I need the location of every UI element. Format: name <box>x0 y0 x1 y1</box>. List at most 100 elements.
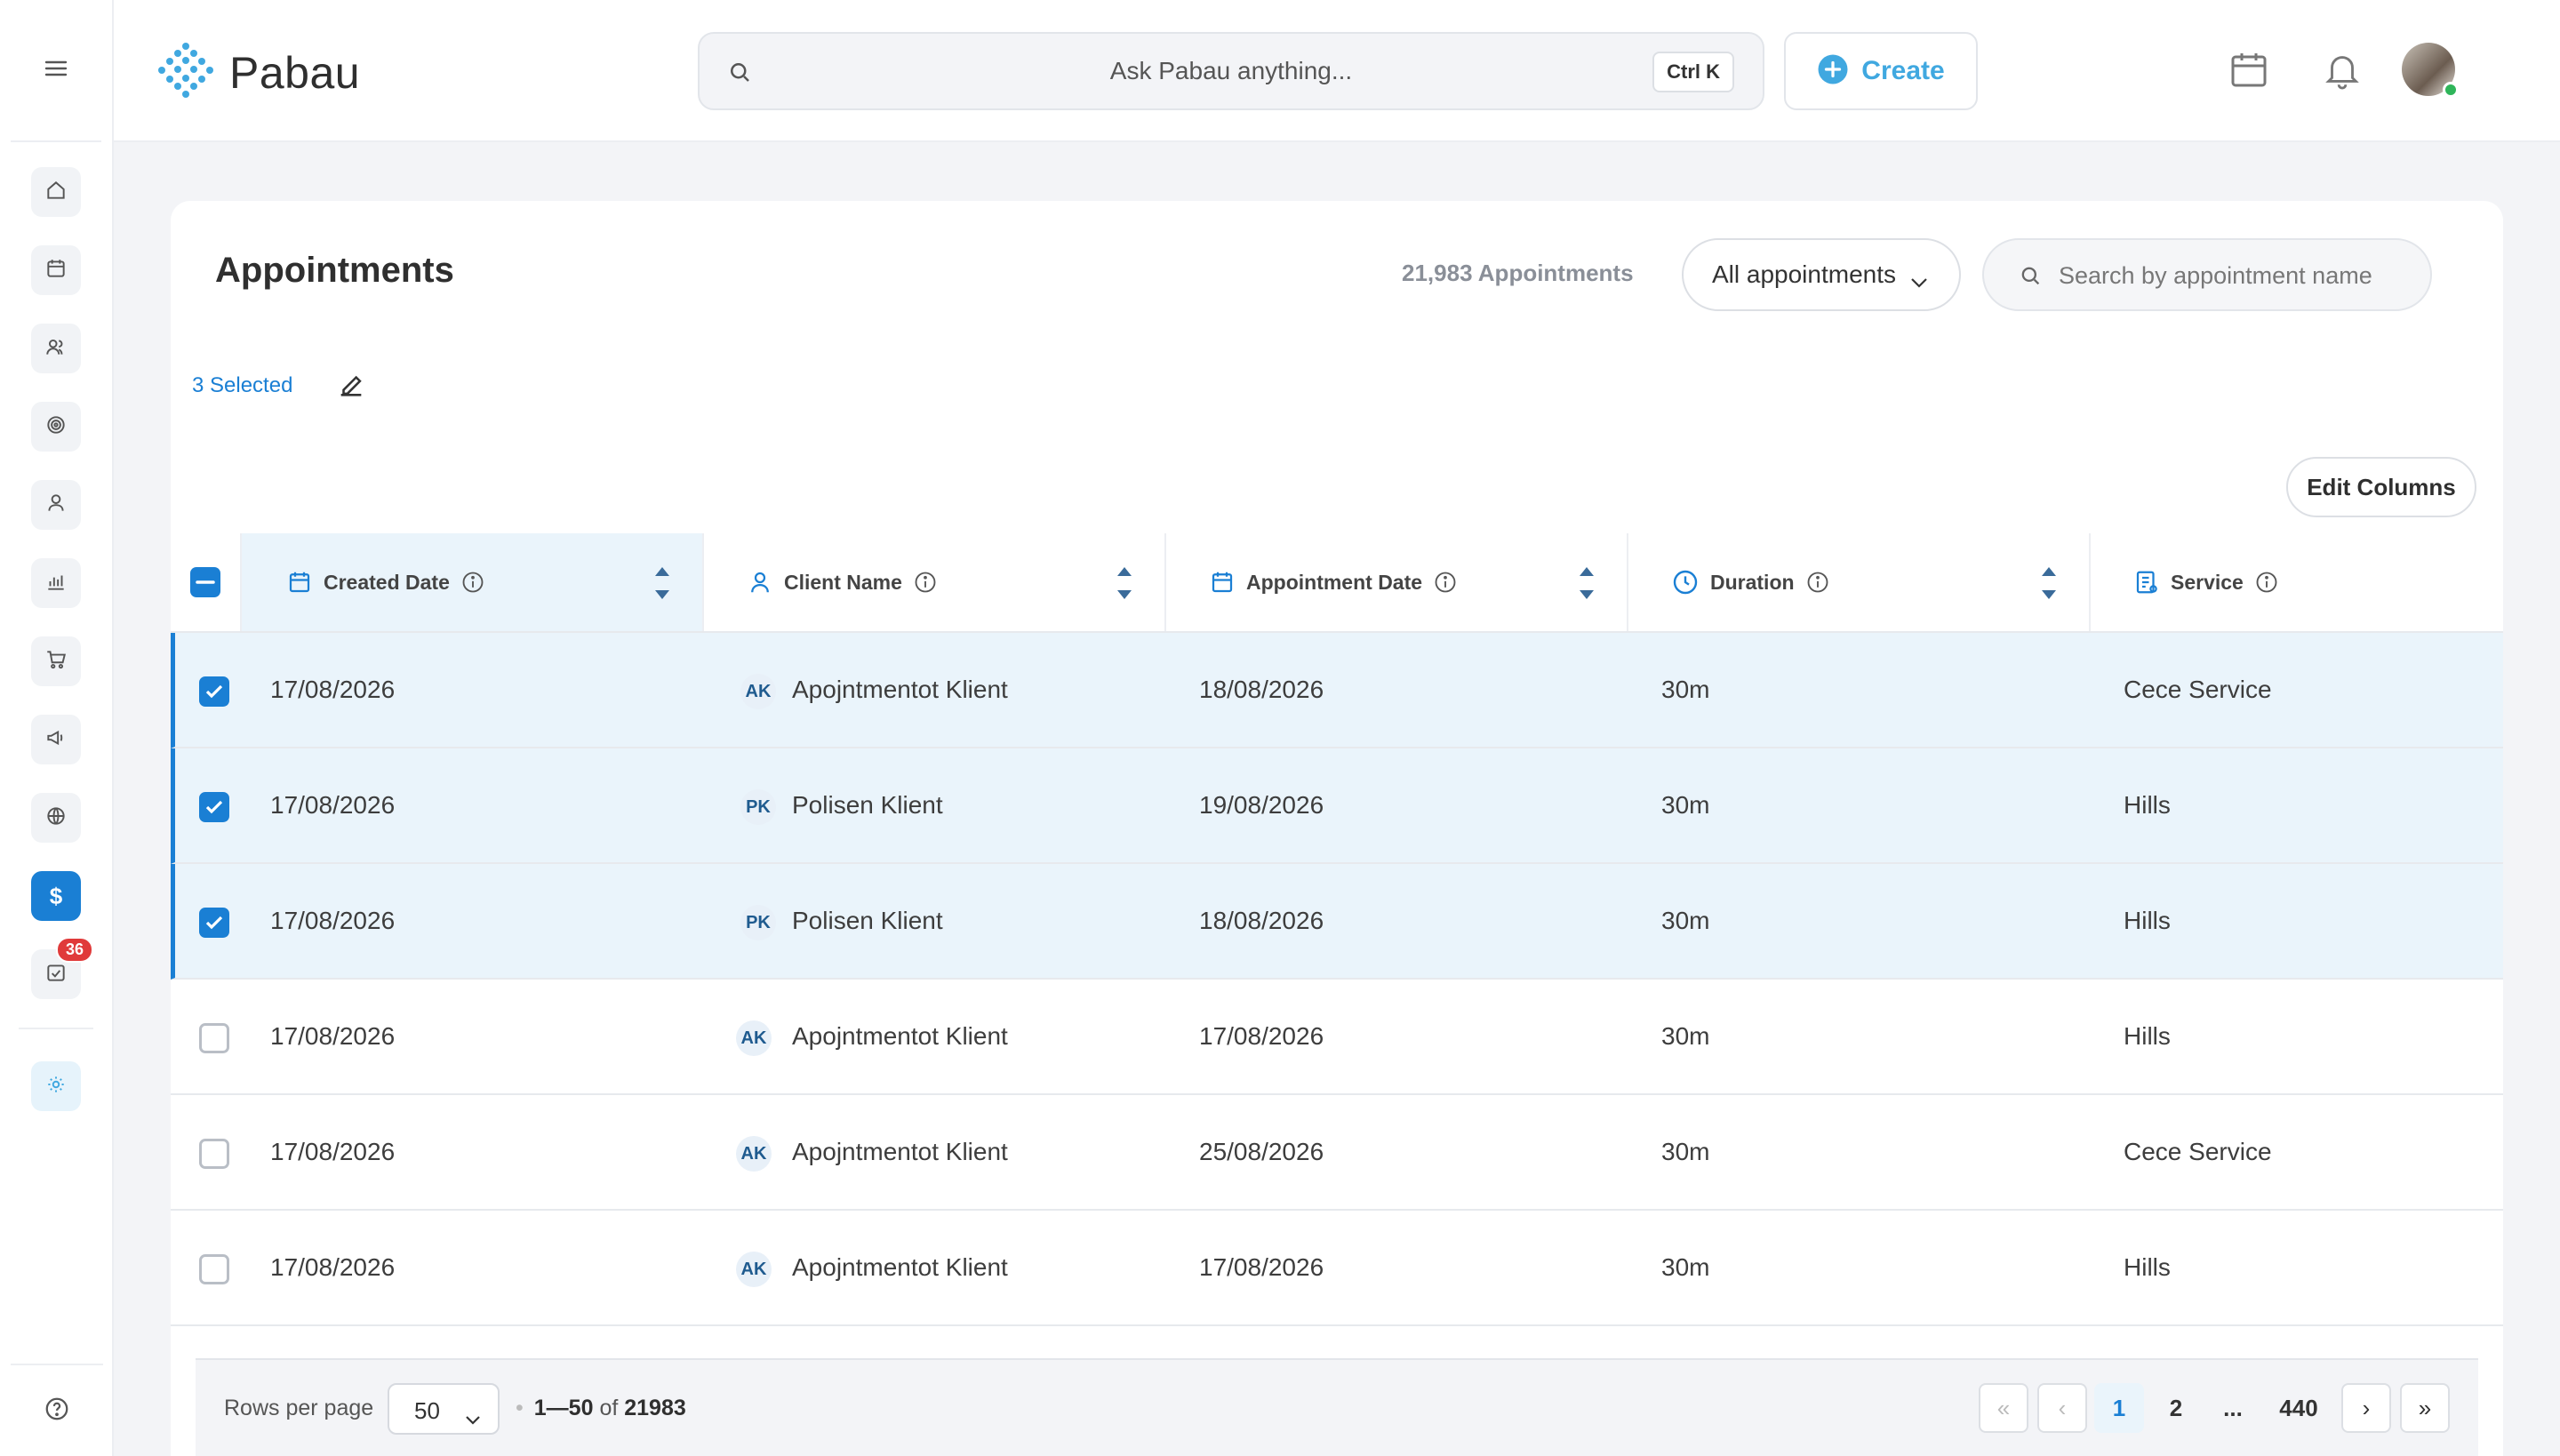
sidebar: $ 36 <box>0 0 114 1456</box>
range-dot: • <box>516 1396 524 1420</box>
client-name-cell[interactable]: Apojntmentot Klient <box>792 1138 1008 1166</box>
column-header-duration[interactable]: Duration <box>1627 533 2089 631</box>
row-checkbox[interactable] <box>199 1139 229 1169</box>
shortcut-hint: Ctrl K <box>1652 52 1734 92</box>
next-page-button[interactable]: › <box>2341 1383 2391 1433</box>
table-row[interactable]: 17/08/2026 AK Apojntmentot Klient 25/08/… <box>171 1095 2503 1211</box>
duration-cell: 30m <box>1661 791 1710 819</box>
duration-cell: 30m <box>1661 1138 1710 1165</box>
brand-name: Pabau <box>229 47 361 98</box>
info-icon[interactable] <box>1805 570 1830 595</box>
column-header-appointment-date[interactable]: Appointment Date <box>1164 533 1627 631</box>
help-icon <box>44 1396 70 1427</box>
appointments-filter-dropdown[interactable]: All appointments <box>1682 238 1961 311</box>
filter-label: All appointments <box>1712 260 1897 288</box>
rows-per-page-select[interactable]: 50 <box>388 1383 500 1435</box>
sidebar-item-settings[interactable] <box>31 1061 81 1111</box>
sidebar-item-finance[interactable]: $ <box>31 871 81 921</box>
megaphone-icon <box>44 726 68 754</box>
calendar-header-icon[interactable] <box>2228 48 2270 95</box>
create-button[interactable]: Create <box>1784 32 1978 110</box>
client-name-cell[interactable]: Apojntmentot Klient <box>792 676 1008 704</box>
client-name-cell[interactable]: Polisen Klient <box>792 907 943 935</box>
sidebar-item-tasks[interactable]: 36 <box>31 937 93 999</box>
sidebar-item-clients[interactable] <box>31 324 81 373</box>
first-page-button[interactable]: « <box>1979 1383 2028 1433</box>
appointment-search-input[interactable]: Search by appointment name <box>1982 238 2432 311</box>
row-checkbox[interactable] <box>199 908 229 938</box>
table-row[interactable]: 17/08/2026 PK Polisen Klient 18/08/2026 … <box>171 864 2503 980</box>
service-list-icon <box>2133 569 2160 596</box>
sidebar-item-home[interactable] <box>31 167 81 217</box>
menu-icon[interactable] <box>44 60 68 82</box>
previous-page-button[interactable]: ‹ <box>2037 1383 2087 1433</box>
bell-icon[interactable] <box>2322 48 2363 95</box>
info-icon[interactable] <box>460 570 485 595</box>
sidebar-item-target[interactable] <box>31 402 81 452</box>
column-label: Created Date <box>324 570 450 594</box>
table-row[interactable]: 17/08/2026 AK Apojntmentot Klient 17/08/… <box>171 980 2503 1095</box>
help-button[interactable] <box>11 1364 103 1456</box>
pencil-icon[interactable] <box>336 370 366 404</box>
row-checkbox[interactable] <box>199 1023 229 1053</box>
page-button-2[interactable]: 2 <box>2151 1383 2201 1433</box>
column-header-created-date[interactable]: Created Date <box>240 533 702 631</box>
sort-icon[interactable] <box>2039 565 2059 606</box>
appointment-date-cell: 17/08/2026 <box>1199 1022 1324 1050</box>
page-button-440[interactable]: 440 <box>2265 1383 2332 1433</box>
sort-icon[interactable] <box>1115 565 1134 606</box>
rows-per-page-label: Rows per page <box>224 1396 374 1420</box>
last-page-button[interactable]: » <box>2400 1383 2450 1433</box>
table-row[interactable]: 17/08/2026 PK Polisen Klient 19/08/2026 … <box>171 748 2503 864</box>
chevron-down-icon <box>464 1404 482 1432</box>
calendar-icon <box>1209 569 1236 596</box>
row-checkbox[interactable] <box>199 1254 229 1284</box>
sidebar-item-marketing[interactable] <box>31 715 81 764</box>
sidebar-item-reports[interactable] <box>31 558 81 608</box>
ask-search-bar[interactable]: Ask Pabau anything... Ctrl K <box>698 32 1764 110</box>
sort-icon[interactable] <box>1577 565 1596 606</box>
client-name-cell[interactable]: Apojntmentot Klient <box>792 1253 1008 1282</box>
info-icon[interactable] <box>2254 570 2279 595</box>
brand-logo[interactable]: Pabau <box>155 41 360 104</box>
calendar-icon <box>286 569 313 596</box>
edit-columns-button[interactable]: Edit Columns <box>2286 457 2476 517</box>
clients-icon <box>44 335 68 363</box>
sort-icon[interactable] <box>652 565 672 606</box>
column-header-service[interactable]: Service <box>2089 533 2503 631</box>
column-header-client-name[interactable]: Client Name <box>702 533 1164 631</box>
selected-count: 3 Selected <box>192 373 293 397</box>
info-icon[interactable] <box>913 570 938 595</box>
appointment-date-cell: 18/08/2026 <box>1199 907 1324 934</box>
service-cell: Hills <box>2124 907 2171 934</box>
pager: « ‹ 1 2 ... 440 › » <box>1970 1383 2450 1433</box>
client-initials-badge: PK <box>740 905 776 940</box>
service-cell: Hills <box>2124 1022 2171 1050</box>
appointments-card: Appointments 21,983 Appointments All app… <box>171 201 2503 1456</box>
table-row[interactable]: 17/08/2026 AK Apojntmentot Klient 18/08/… <box>171 633 2503 748</box>
user-avatar[interactable] <box>2402 43 2459 98</box>
range-value: 1—50 <box>533 1396 594 1420</box>
calendar-icon <box>44 257 68 284</box>
table-row[interactable]: 17/08/2026 AK Apojntmentot Klient 17/08/… <box>171 1211 2503 1326</box>
client-name-cell[interactable]: Apojntmentot Klient <box>792 1022 1008 1051</box>
duration-cell: 30m <box>1661 676 1710 703</box>
home-icon <box>44 179 68 206</box>
sidebar-item-user[interactable] <box>31 480 81 530</box>
sidebar-item-web[interactable] <box>31 793 81 843</box>
sidebar-item-calendar[interactable] <box>31 245 81 295</box>
target-icon <box>44 413 68 441</box>
client-name-cell[interactable]: Polisen Klient <box>792 791 943 820</box>
select-all-checkbox[interactable] <box>171 533 240 631</box>
sidebar-item-cart[interactable] <box>31 636 81 686</box>
ask-search-placeholder: Ask Pabau anything... <box>1109 57 1353 84</box>
page-button-1[interactable]: 1 <box>2094 1383 2144 1433</box>
client-initials-badge: AK <box>736 1020 772 1056</box>
row-checkbox[interactable] <box>199 676 229 707</box>
column-label: Service <box>2171 570 2244 594</box>
appointment-date-cell: 18/08/2026 <box>1199 676 1324 703</box>
tasks-icon <box>44 961 68 988</box>
info-icon[interactable] <box>1433 570 1458 595</box>
create-button-label: Create <box>1861 56 1945 85</box>
row-checkbox[interactable] <box>199 792 229 822</box>
